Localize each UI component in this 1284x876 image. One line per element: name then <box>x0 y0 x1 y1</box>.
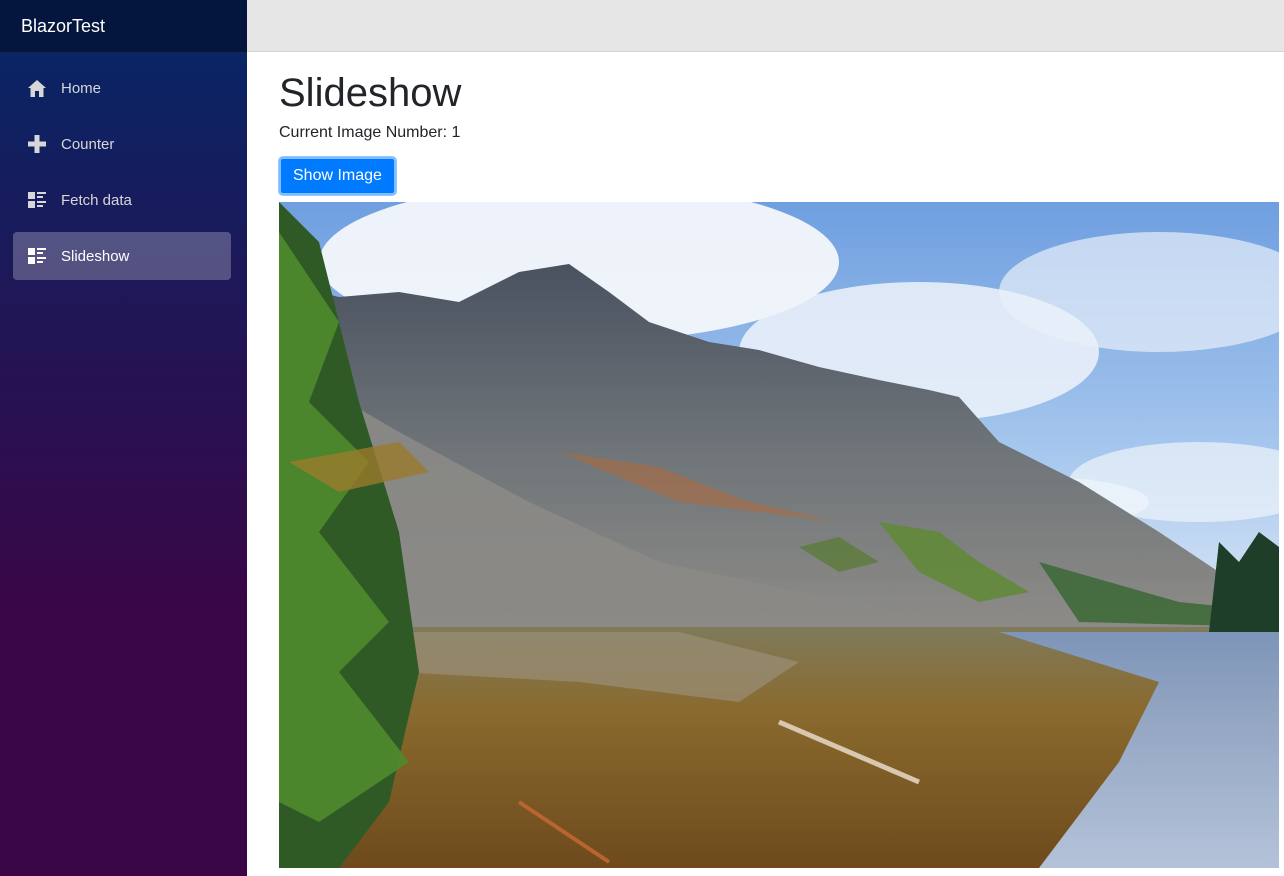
page-title: Slideshow <box>279 71 462 115</box>
sidebar-item-label: Slideshow <box>61 247 130 265</box>
list-rich-icon <box>27 246 47 266</box>
sidebar-item-home[interactable]: Home <box>13 64 231 112</box>
sidebar-item-label: Home <box>61 79 102 97</box>
current-image-number: Current Image Number: 1 <box>279 124 461 141</box>
main-content: Slideshow Current Image Number: 1 Show I… <box>279 52 1284 195</box>
show-image-button[interactable]: Show Image <box>279 157 396 195</box>
sidebar-item-label: Fetch data <box>61 191 132 209</box>
list-rich-icon <box>27 190 47 210</box>
brand-bar: BlazorTest <box>0 0 247 52</box>
sidebar: BlazorTest Home Counter Fetch data Slide… <box>0 0 247 876</box>
sidebar-item-counter[interactable]: Counter <box>13 120 231 168</box>
slideshow-image <box>279 202 1279 868</box>
nav-menu: Home Counter Fetch data Slideshow <box>0 52 247 280</box>
top-row <box>247 0 1284 52</box>
sidebar-item-label: Counter <box>61 135 115 153</box>
sidebar-item-fetch-data[interactable]: Fetch data <box>13 176 231 224</box>
home-icon <box>27 78 47 98</box>
app-brand[interactable]: BlazorTest <box>21 16 105 37</box>
sidebar-item-slideshow[interactable]: Slideshow <box>13 232 231 280</box>
plus-icon <box>27 134 47 154</box>
